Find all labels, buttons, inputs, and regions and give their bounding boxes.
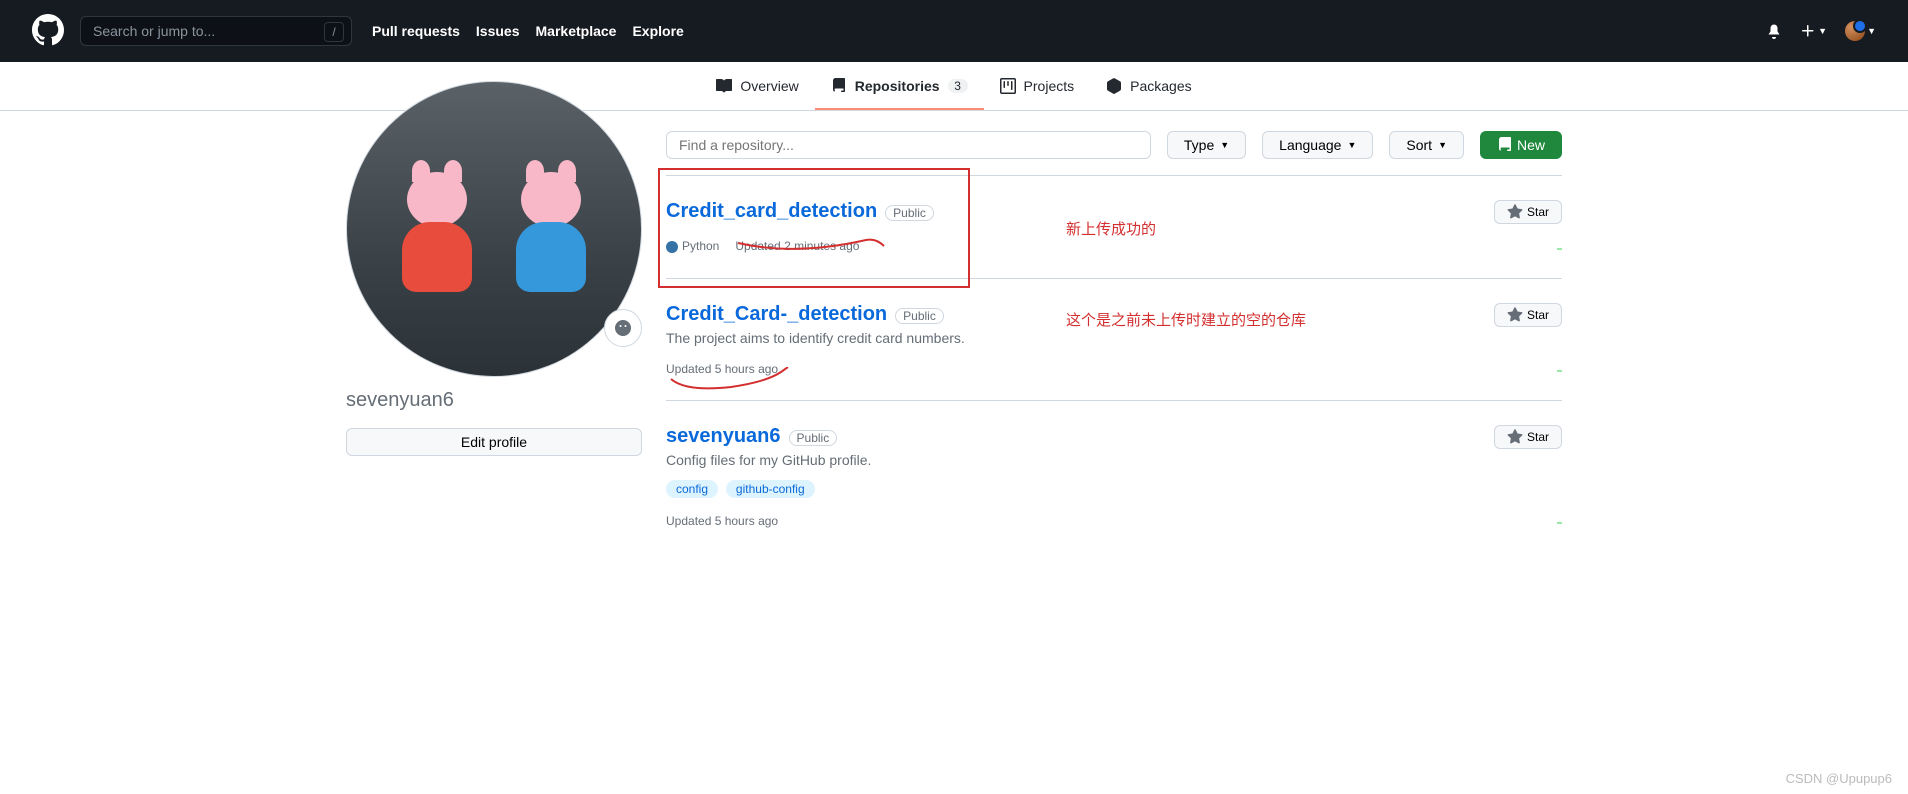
language-color-dot xyxy=(666,241,678,253)
book-icon xyxy=(716,78,732,94)
profile-nav-wrap: Overview Repositories 3 Projects Package… xyxy=(0,62,1908,111)
star-icon xyxy=(1507,307,1523,323)
star-label: Star xyxy=(1527,430,1549,444)
topic-tag[interactable]: config xyxy=(666,480,718,498)
tab-projects[interactable]: Projects xyxy=(984,62,1091,110)
repo-updated: Updated 2 minutes ago xyxy=(735,239,859,253)
filter-row: Type ▼ Language ▼ Sort ▼ New xyxy=(666,131,1562,159)
type-filter-label: Type xyxy=(1184,137,1214,153)
profile-avatar[interactable] xyxy=(346,81,642,377)
new-repository-button[interactable]: New xyxy=(1480,131,1562,159)
nav-explore[interactable]: Explore xyxy=(632,23,683,39)
main-wrap: sevenyuan6 Edit profile Type ▼ Language ▼ … xyxy=(314,111,1594,552)
star-label: Star xyxy=(1527,205,1549,219)
slash-key-hint: / xyxy=(324,22,344,42)
star-icon xyxy=(1507,204,1523,220)
header-right: ▼ ▼ xyxy=(1766,21,1876,41)
repo-item: 这个是之前未上传时建立的空的仓库 Credit_Card-_detection P… xyxy=(666,279,1562,401)
visibility-badge: Public xyxy=(885,205,934,221)
repo-link[interactable]: sevenyuan6 xyxy=(666,425,781,447)
repo-link[interactable]: Credit_card_detection xyxy=(666,200,877,222)
avatar-icon xyxy=(1845,21,1865,41)
nav-marketplace[interactable]: Marketplace xyxy=(536,23,617,39)
avatar-wrap xyxy=(346,81,642,377)
profile-sidebar: sevenyuan6 Edit profile xyxy=(346,81,642,552)
repo-link[interactable]: Credit_Card-_detection xyxy=(666,303,887,325)
star-label: Star xyxy=(1527,308,1549,322)
set-status-button[interactable] xyxy=(604,309,642,347)
tab-repositories[interactable]: Repositories 3 xyxy=(815,62,984,110)
watermark: CSDN @Upupup6 xyxy=(1786,771,1892,786)
search-wrap: / xyxy=(80,16,352,46)
activity-sparkline xyxy=(1407,224,1562,254)
repo-updated: Updated 5 hours ago xyxy=(666,362,778,376)
search-input[interactable] xyxy=(80,16,352,46)
star-button[interactable]: Star xyxy=(1494,200,1562,224)
tab-overview[interactable]: Overview xyxy=(700,62,814,110)
visibility-badge: Public xyxy=(895,308,944,324)
new-button-label: New xyxy=(1517,137,1545,153)
add-dropdown[interactable]: ▼ xyxy=(1800,23,1827,39)
smiley-icon xyxy=(615,320,631,336)
activity-sparkline xyxy=(1407,498,1562,528)
github-logo[interactable] xyxy=(32,14,64,49)
language-filter[interactable]: Language ▼ xyxy=(1262,131,1373,159)
repo-description: The project aims to identify credit card… xyxy=(666,330,1382,346)
chevron-down-icon: ▼ xyxy=(1220,140,1229,150)
topic-tag[interactable]: github-config xyxy=(726,480,815,498)
repo-description: Config files for my GitHub profile. xyxy=(666,452,1382,468)
chevron-down-icon: ▼ xyxy=(1438,140,1447,150)
activity-sparkline xyxy=(1407,346,1562,376)
repo-list-content: Type ▼ Language ▼ Sort ▼ New 新上传成功的 Credit_… xyxy=(666,111,1562,552)
tab-packages-label: Packages xyxy=(1130,78,1191,94)
star-button[interactable]: Star xyxy=(1494,303,1562,327)
username: sevenyuan6 xyxy=(346,389,642,412)
star-icon xyxy=(1507,429,1523,445)
annotation-text: 新上传成功的 xyxy=(1066,218,1156,239)
type-filter[interactable]: Type ▼ xyxy=(1167,131,1246,159)
star-button[interactable]: Star xyxy=(1494,425,1562,449)
header-nav: Pull requests Issues Marketplace Explore xyxy=(372,23,684,39)
notifications-icon[interactable] xyxy=(1766,23,1782,39)
annotation-text: 这个是之前未上传时建立的空的仓库 xyxy=(1066,309,1306,330)
find-repository-input[interactable] xyxy=(666,131,1151,159)
language-filter-label: Language xyxy=(1279,137,1341,153)
visibility-badge: Public xyxy=(789,430,838,446)
edit-profile-button[interactable]: Edit profile xyxy=(346,428,642,456)
project-icon xyxy=(1000,78,1016,94)
tab-projects-label: Projects xyxy=(1024,78,1075,94)
global-header: / Pull requests Issues Marketplace Explo… xyxy=(0,0,1908,62)
repo-language: Python xyxy=(666,239,719,253)
tab-overview-label: Overview xyxy=(740,78,798,94)
tab-repositories-label: Repositories xyxy=(855,78,940,94)
nav-issues[interactable]: Issues xyxy=(476,23,520,39)
sort-filter[interactable]: Sort ▼ xyxy=(1389,131,1464,159)
user-avatar-menu[interactable]: ▼ xyxy=(1845,21,1876,41)
sort-filter-label: Sort xyxy=(1406,137,1432,153)
repo-updated: Updated 5 hours ago xyxy=(666,514,778,528)
repo-icon xyxy=(831,78,847,94)
package-icon xyxy=(1106,78,1122,94)
repo-item: sevenyuan6 Public Config files for my Git… xyxy=(666,401,1562,552)
tab-packages[interactable]: Packages xyxy=(1090,62,1207,110)
repo-icon xyxy=(1497,137,1513,153)
repo-item: 新上传成功的 Credit_card_detection Public Pytho… xyxy=(666,175,1562,279)
chevron-down-icon: ▼ xyxy=(1347,140,1356,150)
repositories-count-badge: 3 xyxy=(948,79,968,93)
nav-pull-requests[interactable]: Pull requests xyxy=(372,23,460,39)
